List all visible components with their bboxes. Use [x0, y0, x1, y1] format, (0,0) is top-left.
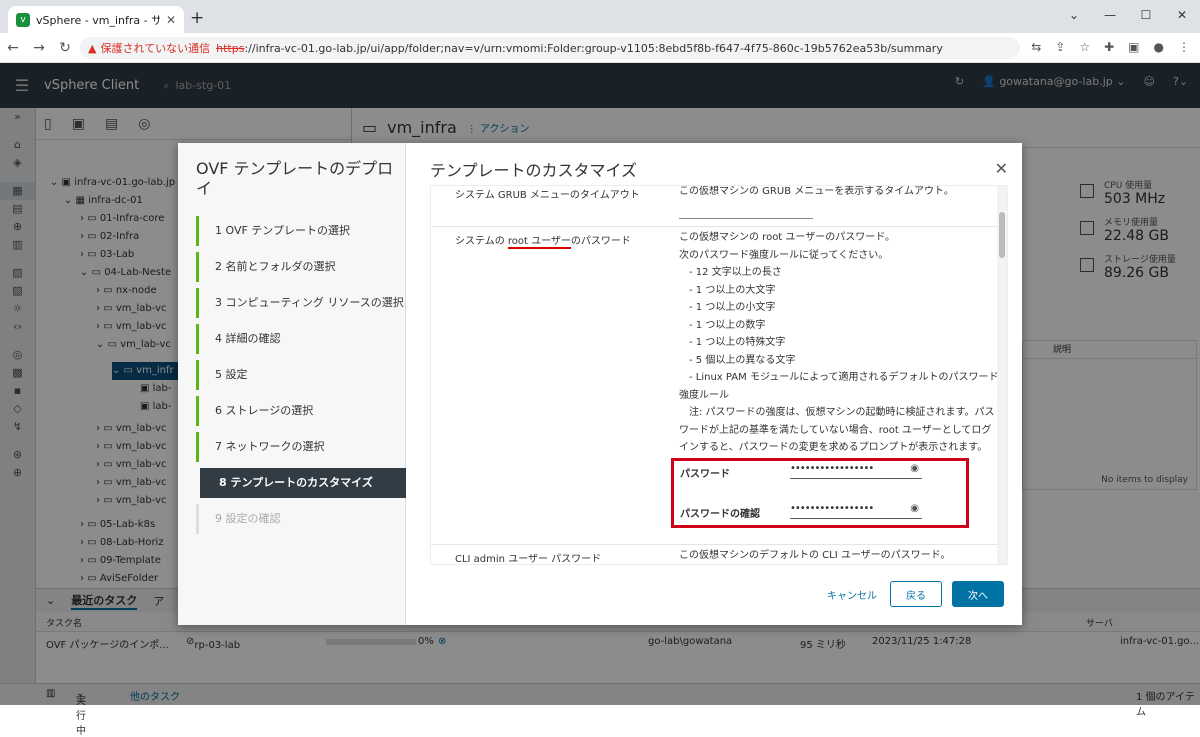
divider — [431, 226, 999, 227]
sidebar-icon[interactable]: ▣ — [1128, 40, 1139, 54]
password-input[interactable]: ••••••••••••••••• ◉ — [790, 463, 922, 479]
step-4[interactable]: 4 詳細の確認 — [196, 324, 406, 354]
deploy-ovf-wizard: OVF テンプレートのデプロイ 1 OVF テンプレートの選択 2 名前とフォル… — [178, 143, 1022, 625]
confirm-password-label: パスワードの確認 — [680, 509, 760, 520]
wizard-main: テンプレートのカスタマイズ ✕ システム GRUB メニューのタイムアウト この… — [406, 143, 1022, 625]
chevron-down-icon[interactable]: ⌄ — [1056, 0, 1092, 30]
divider — [431, 544, 999, 545]
address-bar-row: ← → ↻ ▲ 保護されていない通信 https ://infra-vc-01.… — [0, 33, 1200, 63]
customize-template-content[interactable]: システム GRUB メニューのタイムアウト この仮想マシンの GRUB メニュー… — [430, 185, 1008, 565]
url-scheme: https — [216, 41, 245, 55]
wizard-steps-panel: OVF テンプレートのデプロイ 1 OVF テンプレートの選択 2 名前とフォル… — [178, 143, 406, 625]
step-3[interactable]: 3 コンピューティング リソースの選択 — [196, 288, 406, 318]
step-2[interactable]: 2 名前とフォルダの選択 — [196, 252, 406, 282]
step-8-current[interactable]: 8 テンプレートのカスタマイズ — [200, 468, 406, 498]
browser-toolbar-icons: ⇆ ⇪ ☆ ✚ ▣ ● ⋮ — [1031, 40, 1190, 54]
show-password-icon[interactable]: ◉ — [910, 463, 919, 474]
not-secure-label: 保護されていない通信 — [100, 42, 211, 55]
password-label: パスワード — [680, 469, 730, 480]
content-scrollbar[interactable] — [997, 186, 1007, 564]
cancel-button[interactable]: キャンセル — [818, 581, 886, 607]
scrollbar-thumb[interactable] — [999, 212, 1005, 258]
profile-avatar-icon[interactable]: ● — [1154, 40, 1164, 54]
grub-timeout-name: システム GRUB メニューのタイムアウト — [455, 190, 640, 201]
password-highlight-box: パスワード ••••••••••••••••• ◉ パスワードの確認 ••••••… — [671, 458, 969, 528]
root-password-name: システムの root ユーザーのパスワード — [455, 236, 631, 249]
maximize-icon[interactable]: ☐ — [1128, 0, 1164, 30]
show-confirm-password-icon[interactable]: ◉ — [910, 503, 919, 514]
vsphere-favicon-icon: v — [16, 12, 30, 27]
step-9: 9 設定の確認 — [196, 504, 406, 534]
step-7[interactable]: 7 ネットワークの選択 — [196, 432, 406, 462]
root-password-desc: この仮想マシンの root ユーザーのパスワード。 次のパスワード強度ルールに従… — [679, 232, 999, 453]
browser-tab-title: vSphere - vm_infra - サマリ — [36, 13, 160, 27]
grub-timeout-desc: この仮想マシンの GRUB メニューを表示するタイムアウト。 — [679, 186, 954, 197]
star-icon[interactable]: ☆ — [1079, 40, 1090, 54]
minimize-icon[interactable]: — — [1092, 0, 1128, 30]
browser-tab[interactable]: v vSphere - vm_infra - サマリ ✕ — [8, 6, 184, 33]
forward-arrow-icon[interactable]: → — [26, 40, 52, 56]
close-icon[interactable]: ✕ — [995, 159, 1008, 178]
step-6[interactable]: 6 ストレージの選択 — [196, 396, 406, 426]
new-tab-icon[interactable]: + — [190, 8, 204, 28]
next-button[interactable]: 次へ — [952, 581, 1004, 607]
step-5[interactable]: 5 設定 — [196, 360, 406, 390]
wizard-title: OVF テンプレートのデプロイ — [196, 159, 394, 198]
close-tab-icon[interactable]: ✕ — [166, 13, 176, 27]
share-icon[interactable]: ⇪ — [1055, 40, 1065, 54]
page-title: テンプレートのカスタマイズ — [430, 161, 638, 180]
translate-icon[interactable]: ⇆ — [1031, 40, 1041, 54]
close-window-icon[interactable]: ✕ — [1164, 0, 1200, 30]
window-controls: ⌄ — ☐ ✕ — [1056, 0, 1200, 30]
wizard-footer: キャンセル 戻る 次へ — [406, 581, 1022, 611]
back-button[interactable]: 戻る — [890, 581, 942, 607]
warning-icon: ▲ — [88, 41, 97, 55]
reload-icon[interactable]: ↻ — [52, 40, 78, 56]
url-input[interactable]: ▲ 保護されていない通信 https ://infra-vc-01.go-lab… — [80, 37, 1020, 59]
back-arrow-icon[interactable]: ← — [0, 40, 26, 56]
grub-timeout-input[interactable] — [679, 218, 813, 219]
url-path: ://infra-vc-01.go-lab.jp/ui/app/folder;n… — [244, 41, 943, 55]
cli-password-name: CLI admin ユーザー パスワード — [455, 554, 602, 565]
cli-password-desc: この仮想マシンのデフォルトの CLI ユーザーのパスワード。 — [679, 550, 951, 561]
browser-tab-bar: v vSphere - vm_infra - サマリ ✕ + ⌄ — ☐ ✕ — [0, 0, 1200, 33]
menu-icon[interactable]: ⋮ — [1178, 40, 1190, 54]
confirm-password-input[interactable]: ••••••••••••••••• ◉ — [790, 503, 922, 519]
step-1[interactable]: 1 OVF テンプレートの選択 — [196, 216, 406, 246]
extensions-icon[interactable]: ✚ — [1104, 40, 1114, 54]
